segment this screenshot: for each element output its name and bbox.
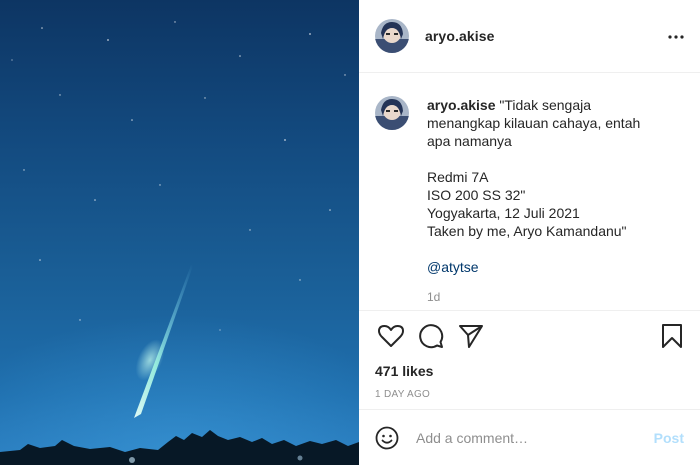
mention-link[interactable]: @atytse xyxy=(427,258,667,276)
caption-avatar[interactable] xyxy=(375,96,409,130)
caption-username[interactable]: aryo.akise xyxy=(427,97,496,113)
comment-button[interactable] xyxy=(411,316,451,356)
avatar-image xyxy=(375,96,409,130)
comment-icon xyxy=(419,324,444,349)
post-comment-button[interactable]: Post xyxy=(654,430,684,446)
actions-area: 471 likes 1 DAY AGO xyxy=(359,310,700,400)
emoji-icon[interactable] xyxy=(375,426,399,450)
action-bar xyxy=(359,311,700,361)
share-button[interactable] xyxy=(451,316,491,356)
header-username[interactable]: aryo.akise xyxy=(425,28,495,44)
save-button[interactable] xyxy=(652,316,692,356)
avatar-image xyxy=(375,19,409,53)
bookmark-icon xyxy=(662,324,682,348)
caption-body: aryo.akise "Tidak sengaja menangkap kila… xyxy=(427,96,667,308)
heart-icon xyxy=(378,325,404,347)
post-photo[interactable] xyxy=(0,0,359,465)
avatar[interactable] xyxy=(375,19,409,53)
caption-age: 1d xyxy=(427,290,441,304)
share-icon xyxy=(459,325,483,348)
more-options-button[interactable] xyxy=(664,25,688,49)
meteor-photo-art xyxy=(0,21,359,465)
comment-form: Post xyxy=(359,409,700,465)
post-timestamp: 1 DAY AGO xyxy=(375,389,431,400)
caption-text-wrapper: aryo.akise "Tidak sengaja menangkap kila… xyxy=(427,97,644,239)
post-header: aryo.akise xyxy=(359,0,700,73)
caption: aryo.akise "Tidak sengaja menangkap kila… xyxy=(375,96,684,308)
more-horizontal-icon xyxy=(668,35,684,39)
post-details-panel: aryo.akise aryo.akise "Tidak sengaja men… xyxy=(359,0,700,465)
caption-text: "Tidak sengaja menangkap kilauan cahaya,… xyxy=(427,97,641,239)
like-button[interactable] xyxy=(371,316,411,356)
likes-count[interactable]: 471 likes xyxy=(359,361,700,381)
comment-input[interactable] xyxy=(416,429,654,446)
